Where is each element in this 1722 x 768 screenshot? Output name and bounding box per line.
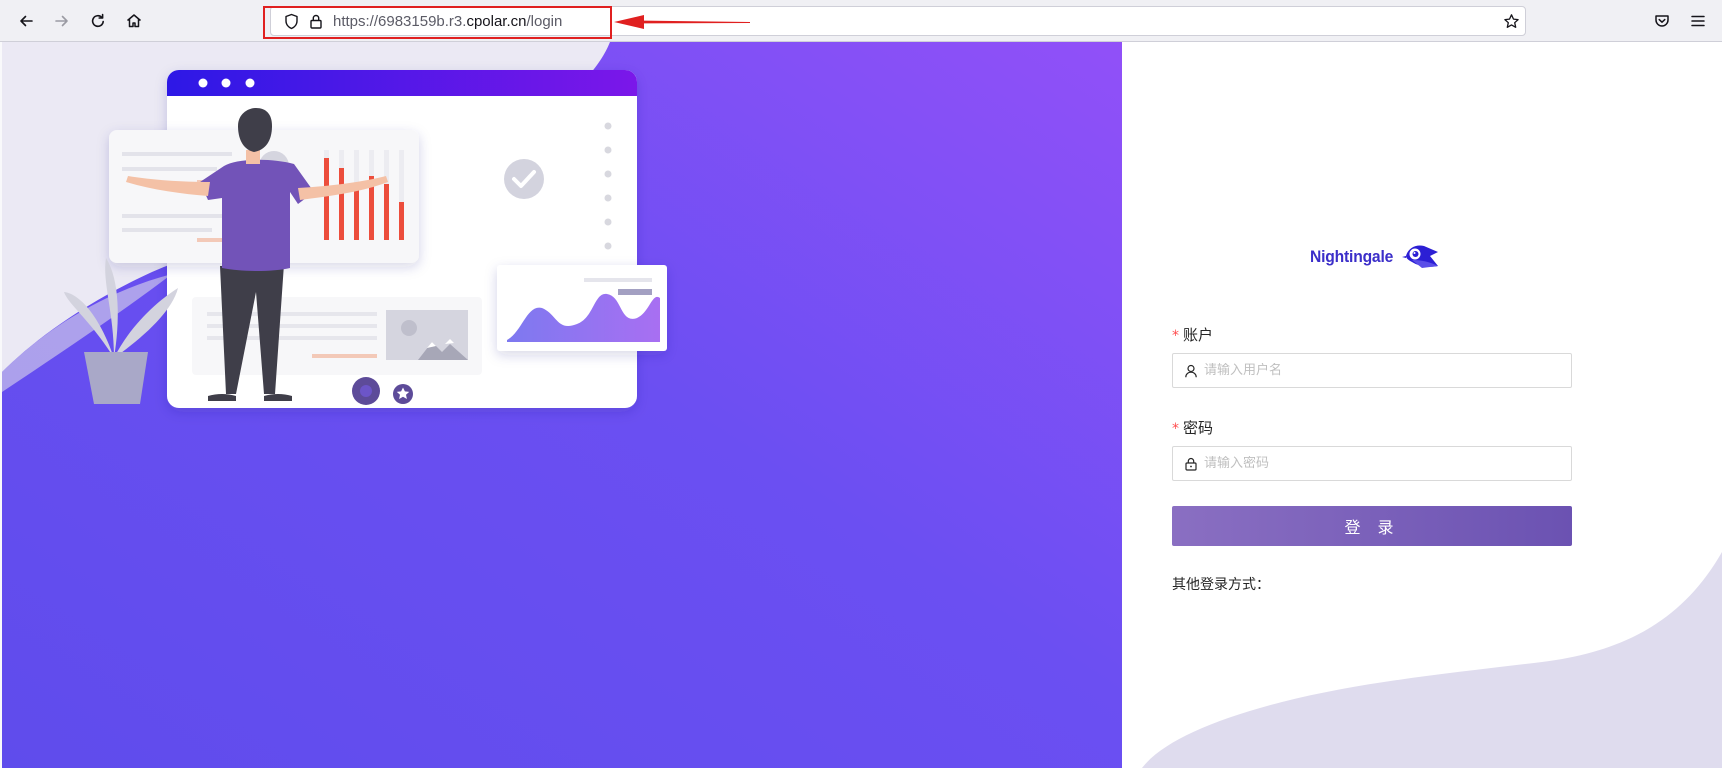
brand-logo: Nightingale [1310,242,1440,272]
pocket-icon [1655,15,1669,27]
reload-button[interactable] [84,7,112,35]
forward-arrow-icon [55,15,68,27]
account-input-wrapper[interactable] [1172,353,1572,388]
pocket-button[interactable] [1648,7,1676,35]
required-mark: * [1172,328,1179,344]
reload-icon [91,13,104,28]
back-button[interactable] [12,7,40,35]
forward-button[interactable] [48,7,76,35]
back-arrow-icon [20,15,33,27]
login-button[interactable]: 登 录 [1172,506,1572,546]
url-highlight-annotation [263,6,612,39]
home-icon [127,14,141,28]
star-icon[interactable] [1503,13,1520,30]
illustration-pane [2,42,1122,768]
password-label-text: 密码 [1183,419,1214,437]
account-label-text: 账户 [1183,326,1214,344]
app-menu-button[interactable] [1684,7,1712,35]
decorative-wave [1142,552,1722,768]
login-panel: Nightingale *账户 *密码 登 录 其他登录方式： [1122,42,1722,768]
brand-name: Nightingale [1310,247,1394,266]
hero-illustration [2,42,1122,768]
password-input-wrapper[interactable] [1172,446,1572,481]
lock-icon [1185,457,1197,471]
username-input[interactable] [1204,363,1544,378]
annotation-arrow-icon [614,15,750,29]
browser-toolbar: https://6983159b.r3.cpolar.cn/login [0,0,1722,42]
login-page: Nightingale *账户 *密码 登 录 其他登录方式： [2,42,1722,768]
other-login-methods: 其他登录方式： [1172,577,1270,593]
nightingale-bird-icon [1402,245,1439,268]
home-button[interactable] [120,7,148,35]
password-input[interactable] [1204,456,1544,471]
password-label: * 密码 [1172,417,1213,438]
menu-icon [1691,15,1705,27]
account-label: * 账户 [1172,324,1213,345]
required-mark: * [1172,421,1179,437]
user-icon [1185,364,1197,377]
